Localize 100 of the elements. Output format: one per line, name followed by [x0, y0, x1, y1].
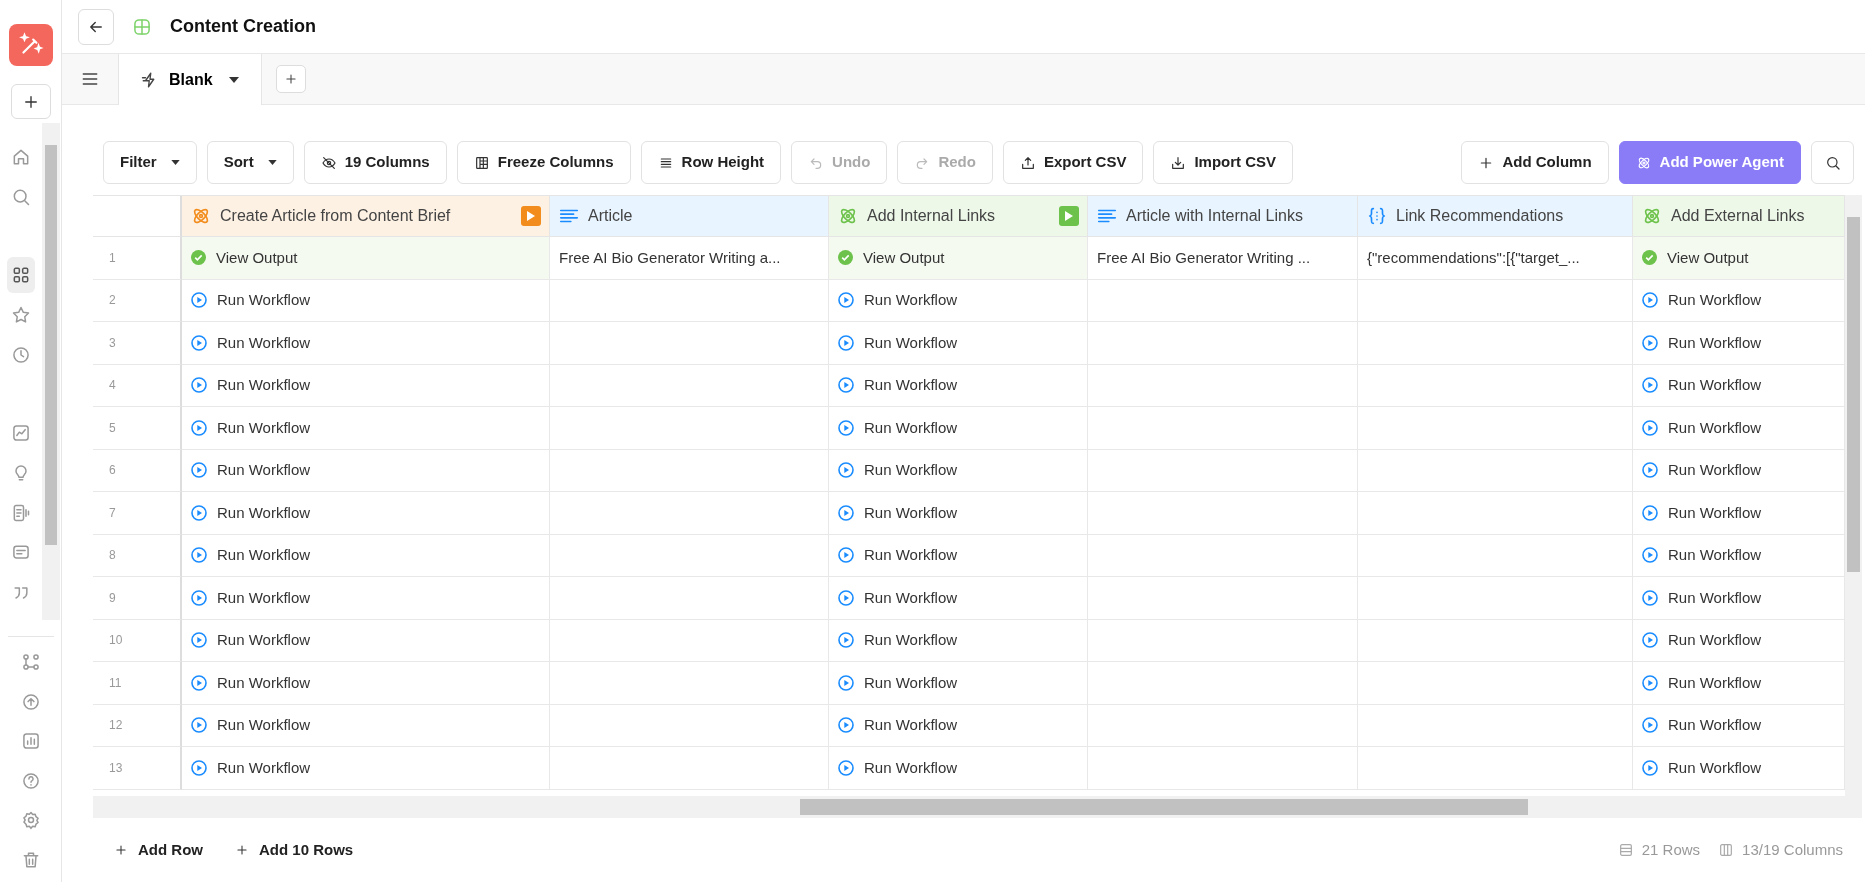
- check-icon: [1642, 250, 1657, 266]
- search-icon: [1824, 154, 1841, 171]
- toolbar-button[interactable]: Export CSV: [1002, 141, 1144, 184]
- column-header[interactable]: Article with Internal Links: [1088, 196, 1358, 237]
- play-icon: [838, 504, 854, 521]
- play-icon: [1642, 334, 1658, 351]
- column-count: 13/19 Columns: [1718, 838, 1843, 862]
- sidebar-scrollbar[interactable]: [41, 122, 60, 620]
- run-workflow-cell[interactable]: Run Workflow: [829, 704, 1088, 747]
- column-header[interactable]: Article: [550, 196, 829, 237]
- horizontal-scrollbar[interactable]: [93, 796, 1862, 818]
- upload-icon: [20, 691, 41, 712]
- star-icon: [10, 304, 31, 325]
- toolbar-button[interactable]: Add Column: [1461, 141, 1609, 184]
- run-workflow-cell[interactable]: Run Workflow: [829, 577, 1088, 620]
- run-workflow-cell[interactable]: Run Workflow: [182, 279, 550, 322]
- column-header[interactable]: Create Article from Content Brief: [182, 196, 550, 237]
- run-workflow-cell[interactable]: Run Workflow: [182, 449, 550, 492]
- play-icon: [1642, 759, 1658, 776]
- toolbar-button[interactable]: Import CSV: [1153, 141, 1294, 184]
- add-tab-button[interactable]: [276, 65, 306, 93]
- column-header[interactable]: Add External Links: [1633, 196, 1845, 237]
- run-workflow-cell[interactable]: Run Workflow: [182, 322, 550, 365]
- row-number: 13: [93, 747, 182, 790]
- export-icon: [1019, 154, 1036, 171]
- back-button[interactable]: [78, 8, 114, 45]
- play-icon: [1642, 504, 1658, 521]
- play-icon: [838, 334, 854, 351]
- play-icon: [1642, 547, 1658, 564]
- run-workflow-cell[interactable]: Run Workflow: [829, 364, 1088, 407]
- play-icon: [527, 211, 535, 221]
- column-header[interactable]: Link Recommendations: [1358, 196, 1633, 237]
- play-icon: [191, 717, 207, 734]
- run-workflow-cell[interactable]: Run Workflow: [182, 534, 550, 577]
- play-icon: [1642, 717, 1658, 734]
- run-workflow-cell[interactable]: Run Workflow: [829, 747, 1088, 790]
- run-workflow-cell[interactable]: Run Workflow: [829, 279, 1088, 322]
- run-workflow-cell[interactable]: Run Workflow: [182, 492, 550, 535]
- play-icon: [1642, 292, 1658, 309]
- settings-icon: [20, 810, 41, 831]
- play-icon: [191, 504, 207, 521]
- caret-icon: [267, 160, 277, 165]
- toolbar-button[interactable]: 19 Columns: [303, 141, 447, 184]
- view-output-cell[interactable]: View Output: [1633, 237, 1845, 280]
- run-workflow-cell[interactable]: Run Workflow: [829, 322, 1088, 365]
- play-icon: [838, 759, 854, 776]
- freeze-icon: [473, 154, 490, 171]
- play-icon: [191, 292, 207, 309]
- toolbar-button[interactable]: Sort: [206, 141, 294, 184]
- view-output-cell[interactable]: View Output: [182, 237, 550, 280]
- app-logo[interactable]: [8, 24, 53, 67]
- column-header[interactable]: Add Internal Links: [829, 196, 1088, 237]
- run-button[interactable]: [521, 206, 541, 226]
- toolbar-button[interactable]: Filter: [103, 141, 197, 184]
- run-workflow-cell[interactable]: Run Workflow: [182, 364, 550, 407]
- run-workflow-cell[interactable]: Run Workflow: [829, 534, 1088, 577]
- run-workflow-cell[interactable]: Run Workflow: [829, 449, 1088, 492]
- add-row-button[interactable]: Add Row: [106, 834, 211, 866]
- run-workflow-cell[interactable]: Run Workflow: [829, 407, 1088, 450]
- row-number: 12: [93, 704, 182, 747]
- run-button[interactable]: [1059, 206, 1079, 226]
- run-workflow-cell[interactable]: Run Workflow: [182, 747, 550, 790]
- run-workflow-cell[interactable]: Run Workflow: [829, 662, 1088, 705]
- row-count: 21 Rows: [1617, 838, 1701, 862]
- run-workflow-cell[interactable]: Run Workflow: [182, 662, 550, 705]
- play-icon: [1642, 632, 1658, 649]
- play-icon: [191, 334, 207, 351]
- view-output-cell[interactable]: View Output: [829, 237, 1088, 280]
- run-workflow-cell[interactable]: Run Workflow: [182, 619, 550, 662]
- check-icon: [838, 250, 853, 266]
- play-icon: [191, 589, 207, 606]
- play-icon: [1642, 377, 1658, 394]
- row-number: 6: [93, 449, 182, 492]
- play-icon: [1642, 462, 1658, 479]
- chart-icon: [10, 422, 31, 443]
- play-icon: [838, 674, 854, 691]
- play-icon: [191, 419, 207, 436]
- sidebar-item[interactable]: [6, 256, 35, 293]
- add-row-button[interactable]: Add 10 Rows: [227, 834, 362, 866]
- play-icon: [1642, 589, 1658, 606]
- play-icon: [191, 462, 207, 479]
- new-button[interactable]: [10, 84, 51, 119]
- toolbar-button[interactable]: Row Height: [640, 141, 782, 184]
- vertical-scrollbar[interactable]: [1845, 195, 1862, 796]
- run-workflow-cell[interactable]: Run Workflow: [182, 577, 550, 620]
- run-workflow-cell[interactable]: Run Workflow: [829, 619, 1088, 662]
- table-icon: [132, 16, 152, 37]
- run-workflow-cell[interactable]: Run Workflow: [182, 407, 550, 450]
- run-workflow-cell[interactable]: Run Workflow: [829, 492, 1088, 535]
- row-number: 7: [93, 492, 182, 535]
- play-icon: [191, 632, 207, 649]
- row-number: 4: [93, 364, 182, 407]
- search-button[interactable]: [1811, 141, 1854, 184]
- run-workflow-cell[interactable]: Run Workflow: [182, 704, 550, 747]
- columns-icon: [1718, 842, 1735, 858]
- toolbar-button[interactable]: Freeze Columns: [456, 141, 631, 184]
- help-icon: [20, 770, 41, 791]
- view-tab[interactable]: Blank: [118, 54, 262, 105]
- bar-chart-icon: [20, 731, 41, 752]
- page-title: Content Creation: [170, 15, 316, 38]
